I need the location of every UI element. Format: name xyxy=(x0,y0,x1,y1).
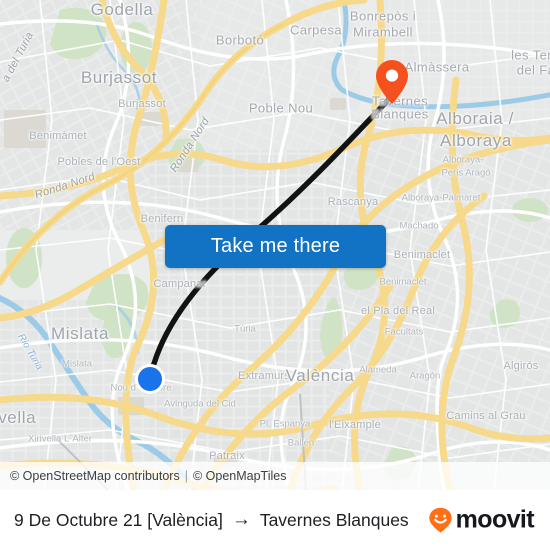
route-origin-label: 9 De Octubre 21 [València] xyxy=(14,509,223,530)
route-footer: 9 De Octubre 21 [València] → Tavernes Bl… xyxy=(0,490,550,550)
route-summary: 9 De Octubre 21 [València] → Tavernes Bl… xyxy=(14,509,409,531)
attribution-separator: | xyxy=(184,469,188,483)
origin-dot xyxy=(138,367,162,391)
moovit-pin-icon xyxy=(428,507,452,533)
attribution-osm[interactable]: © OpenStreetMap contributors xyxy=(10,469,180,483)
take-me-there-button[interactable]: Take me there xyxy=(165,225,386,268)
map-attribution: © OpenStreetMap contributors | © OpenMap… xyxy=(0,462,550,490)
take-me-there-label: Take me there xyxy=(210,235,341,257)
attribution-openmaptiles[interactable]: © OpenMapTiles xyxy=(193,469,287,483)
moovit-route-card: Godella Borbotó Carpesa Bonrepòs i Mirambell… xyxy=(0,0,550,550)
map-canvas[interactable]: Godella Borbotó Carpesa Bonrepòs i Mirambell… xyxy=(0,0,550,490)
route-arrow-icon: → xyxy=(231,509,251,530)
route-destination-label: Tavernes Blanques xyxy=(259,509,409,530)
origin-dot-marker[interactable] xyxy=(138,367,162,391)
destination-pin-marker[interactable] xyxy=(375,59,409,105)
moovit-wordmark: moovit xyxy=(455,505,535,534)
destination-pin-icon xyxy=(376,60,408,104)
moovit-logo[interactable]: moovit xyxy=(428,505,535,535)
